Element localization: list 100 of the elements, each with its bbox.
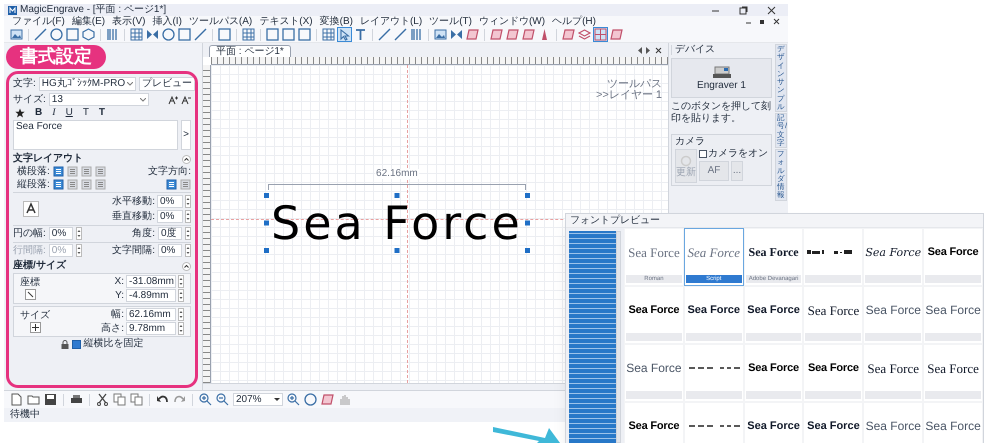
zoom-in-icon[interactable] xyxy=(199,393,212,406)
selection-handle[interactable] xyxy=(524,220,530,226)
spinner-icon[interactable] xyxy=(76,244,82,257)
font-sample-card[interactable]: Sea Force xyxy=(803,344,864,402)
font-sample-card[interactable]: Sea Force xyxy=(923,402,983,443)
checkbox[interactable] xyxy=(699,150,707,158)
input-field[interactable]: -4.89mm xyxy=(126,289,176,302)
input-field[interactable]: 0% xyxy=(157,195,183,208)
input-field[interactable]: 0% xyxy=(48,227,73,240)
spinner-icon[interactable] xyxy=(178,275,184,288)
af-button[interactable]: AF xyxy=(699,161,729,181)
zoom-area-icon[interactable] xyxy=(287,393,300,406)
paste-icon[interactable] xyxy=(130,393,143,406)
new-file-icon[interactable] xyxy=(10,393,23,406)
menu-item[interactable]: 挿入(I) xyxy=(152,16,182,26)
selection-handle[interactable] xyxy=(264,248,269,253)
checkbox[interactable] xyxy=(72,340,80,348)
selection-handle[interactable] xyxy=(524,248,530,253)
input-field[interactable]: 0度 xyxy=(158,227,182,240)
menu-item[interactable]: ファイル(F) xyxy=(12,16,65,26)
align-option-icon[interactable] xyxy=(94,179,106,190)
copy-icon[interactable] xyxy=(113,393,126,406)
spinner-icon[interactable] xyxy=(185,227,191,240)
font-sample-card[interactable]: Sea Force xyxy=(624,344,684,402)
expand-button[interactable]: > xyxy=(181,120,191,150)
menu-item[interactable]: 変換(B) xyxy=(320,16,353,26)
font-sample-card[interactable]: Sea Force xyxy=(744,286,804,344)
font-sample-card[interactable]: Sea Force xyxy=(863,402,924,443)
align-option-icon[interactable] xyxy=(52,166,64,177)
zoom-out-icon[interactable] xyxy=(216,393,229,406)
selection-handle[interactable] xyxy=(264,193,269,198)
font-sample-card[interactable]: Sea Force xyxy=(803,402,864,443)
spinner-icon[interactable] xyxy=(185,195,191,208)
align-option-icon[interactable] xyxy=(180,179,191,190)
selection-handle[interactable] xyxy=(394,248,400,253)
font-sample-card[interactable]: Sea Force xyxy=(863,286,924,344)
font-select[interactable]: HG丸ｺﾞｼｯｸM-PRO xyxy=(38,77,136,91)
mirror-icon[interactable] xyxy=(146,28,159,41)
font-sample-card[interactable]: Sea Force xyxy=(744,402,804,443)
menu-item[interactable]: レイアウト(L) xyxy=(360,16,422,26)
document-close-icon[interactable] xyxy=(773,18,780,25)
font-sample-card[interactable]: Sea Force xyxy=(624,286,684,344)
collapse-icon[interactable] xyxy=(182,262,191,270)
align-option-icon[interactable] xyxy=(94,166,106,177)
align-option-icon[interactable] xyxy=(80,166,92,177)
menu-item[interactable]: 編集(E) xyxy=(72,16,106,26)
font-sample-card[interactable]: Sea Force xyxy=(684,286,744,344)
spinner-icon[interactable] xyxy=(178,289,184,302)
pointer-icon[interactable] xyxy=(338,28,351,41)
square-icon[interactable] xyxy=(66,28,79,41)
save-icon[interactable] xyxy=(44,393,57,406)
scroll-left-icon[interactable] xyxy=(637,47,643,54)
folder-icon[interactable] xyxy=(27,393,40,406)
circle-icon[interactable] xyxy=(50,28,63,41)
input-field[interactable]: 62.16mm xyxy=(126,308,176,321)
zoom-select[interactable]: 207% xyxy=(233,393,283,406)
more-button[interactable]: ... xyxy=(731,161,743,181)
menu-item[interactable]: ツールパス(A) xyxy=(188,16,252,26)
cut-icon[interactable] xyxy=(96,393,109,406)
font-sample-card[interactable] xyxy=(803,228,864,286)
font-sample-card[interactable]: Sea Force xyxy=(803,286,864,344)
document-restore-icon[interactable] xyxy=(759,18,766,25)
selection-handle[interactable] xyxy=(524,193,530,198)
text-input[interactable]: Sea Force xyxy=(13,120,178,150)
star-icon[interactable] xyxy=(15,108,25,118)
grow-font-icon[interactable] xyxy=(168,94,178,104)
print-icon[interactable] xyxy=(70,393,83,406)
menu-item[interactable]: ヘルプ(H) xyxy=(552,16,596,26)
font-sample-card[interactable]: Sea Force xyxy=(863,344,924,402)
spinner-icon[interactable] xyxy=(185,244,191,257)
grid-icon[interactable] xyxy=(130,28,143,41)
preview-button[interactable]: プレビュー xyxy=(139,77,195,91)
scroll-right-icon[interactable] xyxy=(645,47,651,54)
size-select[interactable]: 13 xyxy=(48,93,149,106)
font-sample-card[interactable]: Sea Force xyxy=(624,402,684,443)
font-sample-card[interactable]: Sea Force xyxy=(744,344,804,402)
menu-item[interactable]: テキスト(X) xyxy=(259,16,313,26)
input-field[interactable]: 0% xyxy=(158,244,182,257)
collapse-icon[interactable] xyxy=(182,154,191,164)
document-tab[interactable]: 平面 : ページ1* xyxy=(209,45,291,57)
spinner-icon[interactable] xyxy=(178,308,184,321)
input-field[interactable]: 9.78mm xyxy=(126,322,176,335)
align-option-icon[interactable] xyxy=(66,166,78,177)
hexagon-icon[interactable] xyxy=(82,28,95,41)
font-sample-card[interactable]: Sea Force xyxy=(863,228,924,286)
input-field[interactable]: 0% xyxy=(157,210,183,223)
style-button[interactable]: B xyxy=(35,108,42,118)
text-tool-icon[interactable] xyxy=(354,28,367,41)
line-icon[interactable] xyxy=(34,28,47,41)
picture-icon[interactable] xyxy=(434,28,447,41)
shrink-font-icon[interactable] xyxy=(181,94,191,104)
align-option-icon[interactable] xyxy=(80,179,92,190)
spinner-icon[interactable] xyxy=(185,210,191,223)
layers-icon[interactable] xyxy=(578,28,591,41)
style-button[interactable]: T xyxy=(98,108,106,118)
scrollbar[interactable] xyxy=(616,231,621,443)
close-icon[interactable] xyxy=(655,47,662,54)
font-sample-card[interactable]: Sea Force xyxy=(923,228,983,286)
close-icon[interactable] xyxy=(767,6,776,14)
selection-handle[interactable] xyxy=(264,220,269,226)
